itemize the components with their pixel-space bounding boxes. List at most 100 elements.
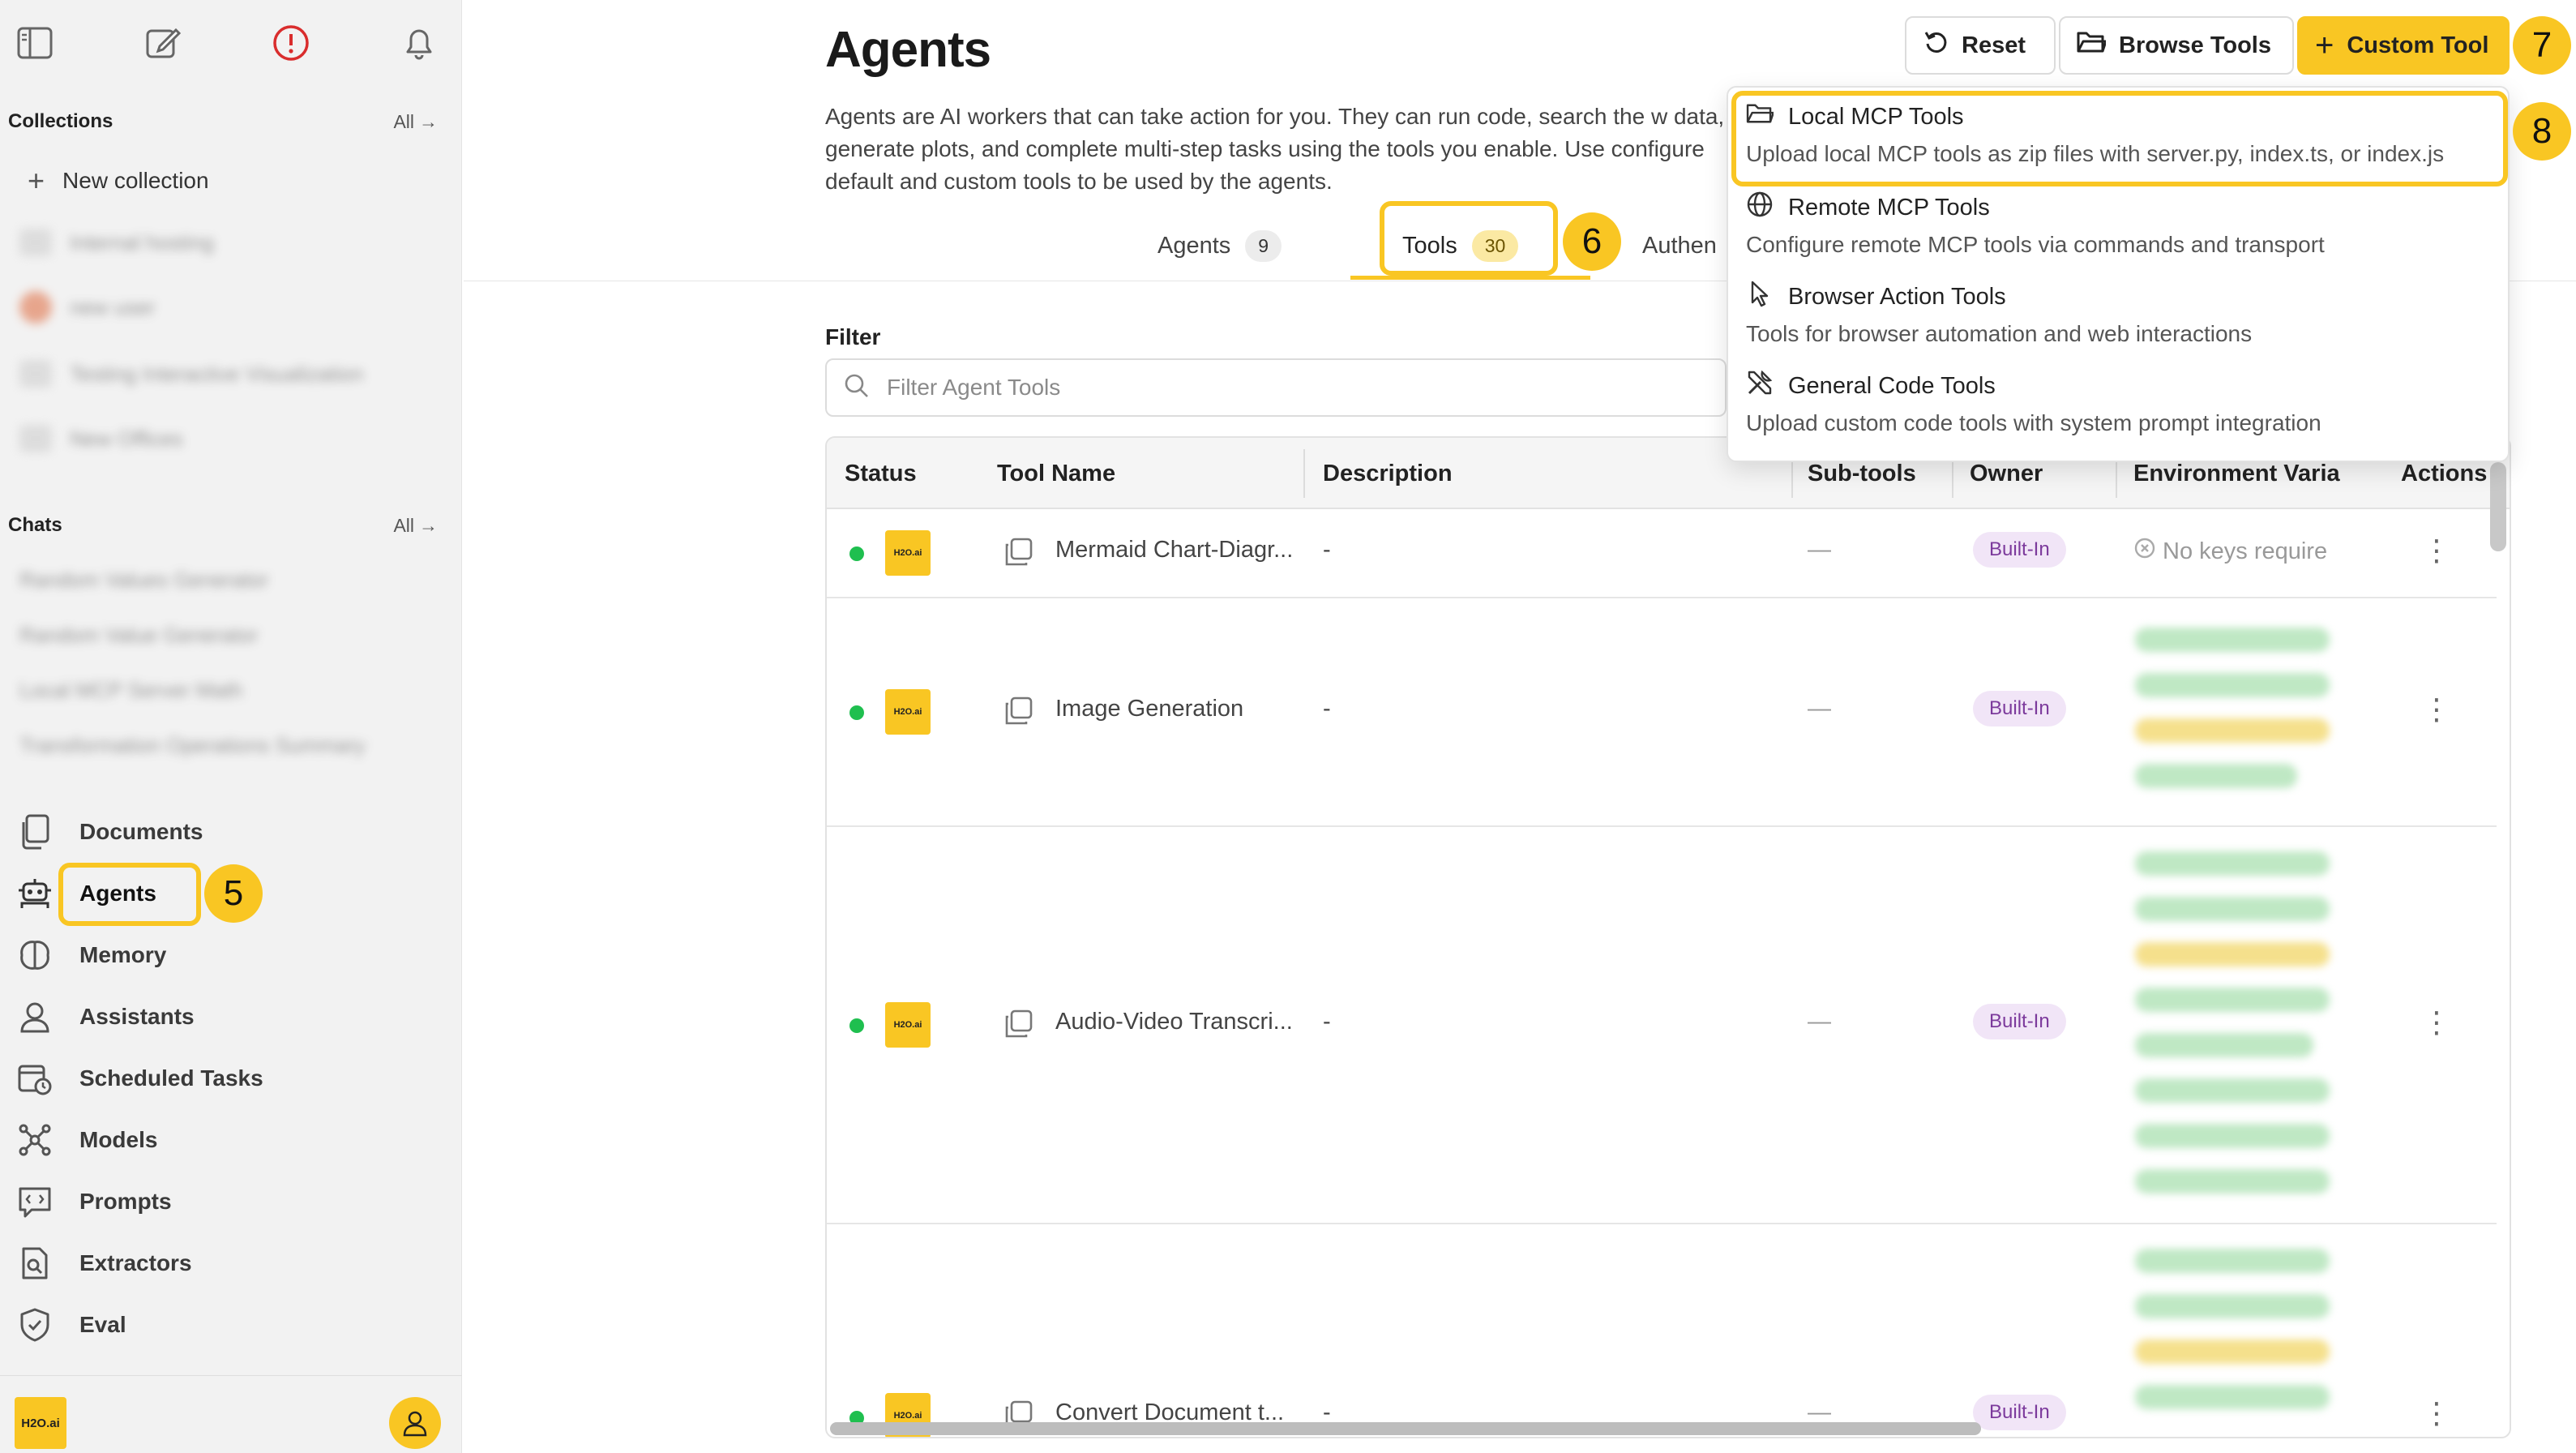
owner-badge: Built-In [1973, 1004, 2066, 1039]
nav-label: Extractors [79, 1250, 192, 1275]
reset-label: Reset [1962, 32, 2026, 58]
new-collection-button[interactable]: + New collection [28, 164, 209, 198]
env-status: No keys require [2133, 537, 2327, 566]
sub-tools-value: — [1808, 696, 1831, 722]
menu-item-general-code-tools[interactable]: General Code Tools Upload custom code to… [1746, 368, 2492, 436]
tool-name[interactable]: Image Generation [1055, 696, 1243, 722]
user-avatar[interactable] [389, 1397, 441, 1449]
row-actions-icon[interactable]: ⋮ [2422, 692, 2451, 726]
new-collection-label: New collection [62, 168, 209, 193]
nav-assistants[interactable]: Assistants [16, 996, 195, 1038]
vertical-scrollbar[interactable] [2490, 462, 2506, 551]
menu-item-remote-mcp-tools[interactable]: Remote MCP Tools Configure remote MCP to… [1746, 190, 2492, 258]
collections-all-label: All [393, 110, 414, 132]
page-title: Agents [825, 22, 991, 78]
collection-item-label: New Offices [70, 426, 183, 451]
tool-logo: H2O.ai [885, 689, 931, 735]
tool-description: - [1323, 1009, 1331, 1035]
chat-item[interactable]: Local MCP Server Math [19, 678, 243, 703]
row-actions-icon[interactable]: ⋮ [2422, 1396, 2451, 1430]
menu-item-browser-action-tools[interactable]: Browser Action Tools Tools for browser a… [1746, 279, 2492, 347]
nav-memory[interactable]: Memory [16, 934, 166, 976]
nav-label: Memory [79, 942, 167, 967]
sub-tools-value: — [1808, 1009, 1831, 1035]
shield-check-icon [16, 1306, 53, 1344]
column-tool-name[interactable]: Tool Name [997, 438, 1115, 509]
owner-label: Built-In [1973, 1004, 2066, 1039]
column-status[interactable]: Status [845, 438, 917, 509]
column-description[interactable]: Description [1323, 438, 1453, 509]
custom-tool-button[interactable]: + Custom Tool [2297, 16, 2510, 75]
bell-icon[interactable] [399, 23, 439, 63]
collection-item[interactable]: Testing Interactive Visualization [19, 360, 363, 388]
env-variable-redacted [2135, 1339, 2330, 1364]
collection-item[interactable]: New Offices [19, 425, 183, 452]
horizontal-scrollbar[interactable] [830, 1422, 1981, 1435]
browse-tools-button[interactable]: Browse Tools [2059, 16, 2294, 75]
table-row[interactable]: H2O.ai Audio-Video Transcri... - — Built… [827, 827, 2497, 1224]
tool-name[interactable]: Mermaid Chart-Diagr... [1055, 537, 1293, 564]
h2o-logo: H2O.ai [15, 1397, 66, 1449]
chat-item[interactable]: Random Values Generator [19, 568, 268, 593]
step-badge-6: 6 [1563, 212, 1621, 271]
models-icon [16, 1121, 53, 1159]
documents-icon [16, 813, 53, 851]
tool-logo: H2O.ai [885, 530, 931, 576]
row-actions-icon[interactable]: ⋮ [2422, 1005, 2451, 1039]
sidebar-footer: H2O.ai [0, 1375, 462, 1453]
owner-label: Built-In [1973, 532, 2066, 568]
copy-icon[interactable] [1003, 696, 1034, 726]
env-variable-redacted [2135, 1385, 2330, 1409]
reset-button[interactable]: Reset [1905, 16, 2056, 75]
chats-label: Chats [8, 514, 62, 536]
robot-icon [16, 875, 53, 912]
sidebar-toggle-icon[interactable] [15, 23, 55, 63]
nav-documents[interactable]: Documents [16, 811, 203, 853]
copy-icon[interactable] [1003, 1009, 1034, 1039]
owner-badge: Built-In [1973, 1395, 2066, 1430]
collection-item-label: Testing Interactive Visualization [70, 361, 364, 386]
owner-badge: Built-In [1973, 532, 2066, 568]
search-icon [843, 372, 871, 404]
chat-item[interactable]: Transformation Operations Summary [19, 733, 366, 758]
cursor-icon [1746, 280, 1774, 314]
nav-models[interactable]: Models [16, 1119, 157, 1161]
nav-scheduled-tasks[interactable]: Scheduled Tasks [16, 1057, 263, 1099]
alert-icon[interactable] [271, 23, 311, 63]
collections-all-link[interactable]: All → [393, 111, 438, 133]
table-row[interactable]: H2O.ai Convert Document t... - — Built-I… [827, 1224, 2497, 1437]
chat-item[interactable]: Random Value Generator [19, 623, 258, 648]
collection-item[interactable]: Internal hosting [19, 229, 214, 256]
filter-input[interactable] [887, 375, 1616, 401]
chats-header: Chats All → [8, 514, 438, 537]
step-badge-8: 8 [2513, 102, 2571, 161]
env-variable-redacted [2135, 1078, 2330, 1103]
new-chat-icon[interactable] [143, 23, 183, 63]
menu-item-title: Remote MCP Tools [1788, 194, 1990, 221]
step-badge-7: 7 [2513, 16, 2571, 75]
collections-header: Collections All → [8, 110, 438, 133]
tool-description: - [1323, 537, 1331, 563]
table-row[interactable]: H2O.ai Image Generation - — Built-In ⋮ [827, 598, 2497, 827]
tool-name[interactable]: Audio-Video Transcri... [1055, 1009, 1293, 1035]
row-actions-icon[interactable]: ⋮ [2422, 534, 2451, 568]
menu-item-title: Browser Action Tools [1788, 283, 2006, 310]
chats-all-link[interactable]: All → [393, 515, 438, 537]
x-circle-icon [2133, 537, 2156, 566]
collection-item[interactable]: new user [19, 291, 156, 324]
env-variable-redacted [2135, 1169, 2330, 1194]
copy-icon[interactable] [1003, 537, 1034, 568]
nav-extractors[interactable]: Extractors [16, 1242, 192, 1284]
nav-label: Models [79, 1127, 158, 1152]
collection-item-label: Internal hosting [70, 229, 214, 255]
filter-field[interactable] [825, 358, 1727, 417]
table-row[interactable]: H2O.ai Mermaid Chart-Diagr... - — Built-… [827, 509, 2497, 598]
env-variable-redacted [2135, 942, 2330, 967]
plus-icon: + [28, 164, 45, 197]
nav-prompts[interactable]: Prompts [16, 1181, 172, 1223]
status-indicator [849, 705, 864, 720]
nav-eval[interactable]: Eval [16, 1304, 126, 1346]
arrow-right-icon: → [419, 110, 438, 132]
tab-authentication[interactable]: Authen [1642, 211, 1717, 281]
tab-agents[interactable]: Agents 9 [1157, 211, 1282, 281]
